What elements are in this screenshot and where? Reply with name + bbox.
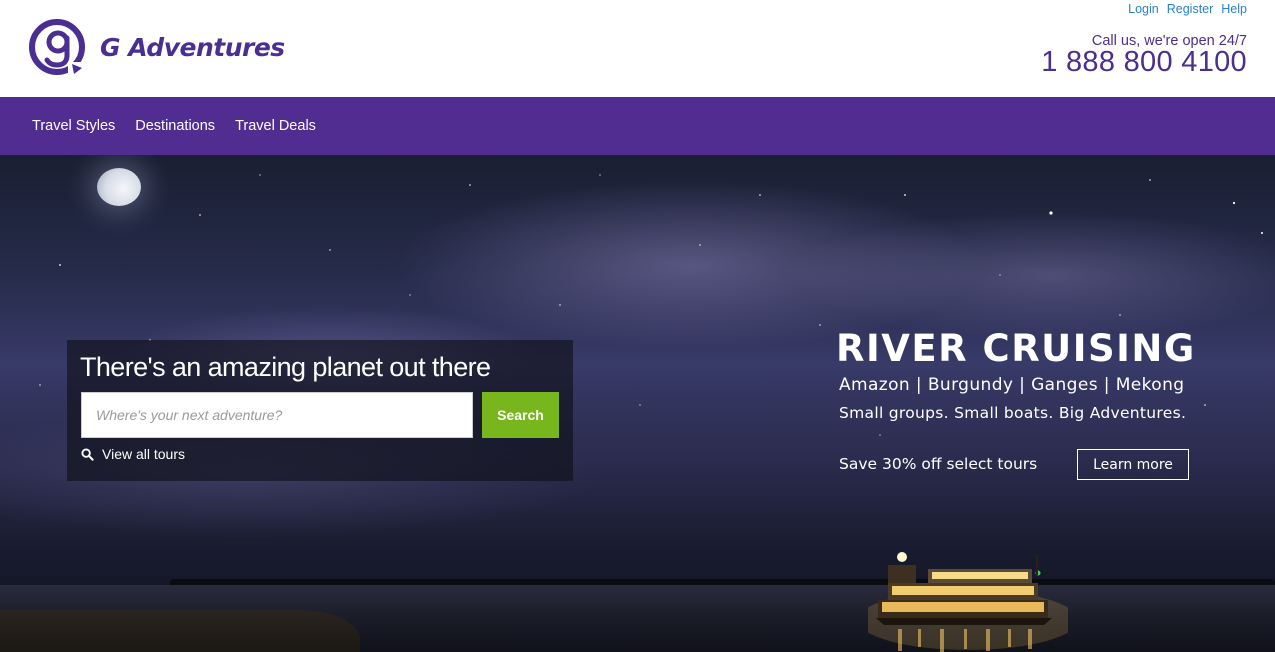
search-panel: There's an amazing planet out there Sear… bbox=[67, 340, 573, 481]
view-all-tours-link[interactable]: View all tours bbox=[81, 446, 185, 462]
nav-item-travel-styles[interactable]: Travel Styles bbox=[32, 118, 115, 134]
brand-name: G Adventures bbox=[100, 32, 285, 62]
search-heading: There's an amazing planet out there bbox=[80, 352, 491, 382]
promo-destinations: Amazon | Burgundy | Ganges | Mekong bbox=[839, 375, 1185, 395]
nav-item-travel-deals[interactable]: Travel Deals bbox=[235, 118, 316, 134]
magnifier-icon bbox=[81, 447, 94, 461]
learn-more-button[interactable]: Learn more bbox=[1077, 449, 1189, 480]
main-nav: Travel Styles Destinations Travel Deals bbox=[0, 97, 1275, 155]
help-link[interactable]: Help bbox=[1221, 2, 1247, 16]
search-button[interactable]: Search bbox=[482, 392, 559, 438]
moon bbox=[97, 168, 141, 206]
nav-item-destinations[interactable]: Destinations bbox=[135, 118, 215, 134]
search-input[interactable] bbox=[81, 392, 473, 438]
view-all-tours-label: View all tours bbox=[102, 446, 186, 462]
g-adventures-logo-icon bbox=[29, 19, 85, 76]
promo-title: RIVER CRUISING bbox=[836, 327, 1196, 370]
river-shore bbox=[0, 610, 360, 652]
promo-offer: Save 30% off select tours bbox=[839, 455, 1038, 473]
phone-number[interactable]: 1 888 800 4100 bbox=[1041, 46, 1247, 79]
promo-tagline: Small groups. Small boats. Big Adventure… bbox=[839, 404, 1187, 422]
brand-logo[interactable]: G Adventures bbox=[28, 18, 285, 76]
login-link[interactable]: Login bbox=[1128, 2, 1159, 16]
river-boat-image bbox=[868, 552, 1068, 652]
site-header: G Adventures Login Register Help Call us… bbox=[0, 0, 1275, 97]
utility-links: Login Register Help bbox=[1128, 2, 1247, 16]
register-link[interactable]: Register bbox=[1167, 2, 1214, 16]
